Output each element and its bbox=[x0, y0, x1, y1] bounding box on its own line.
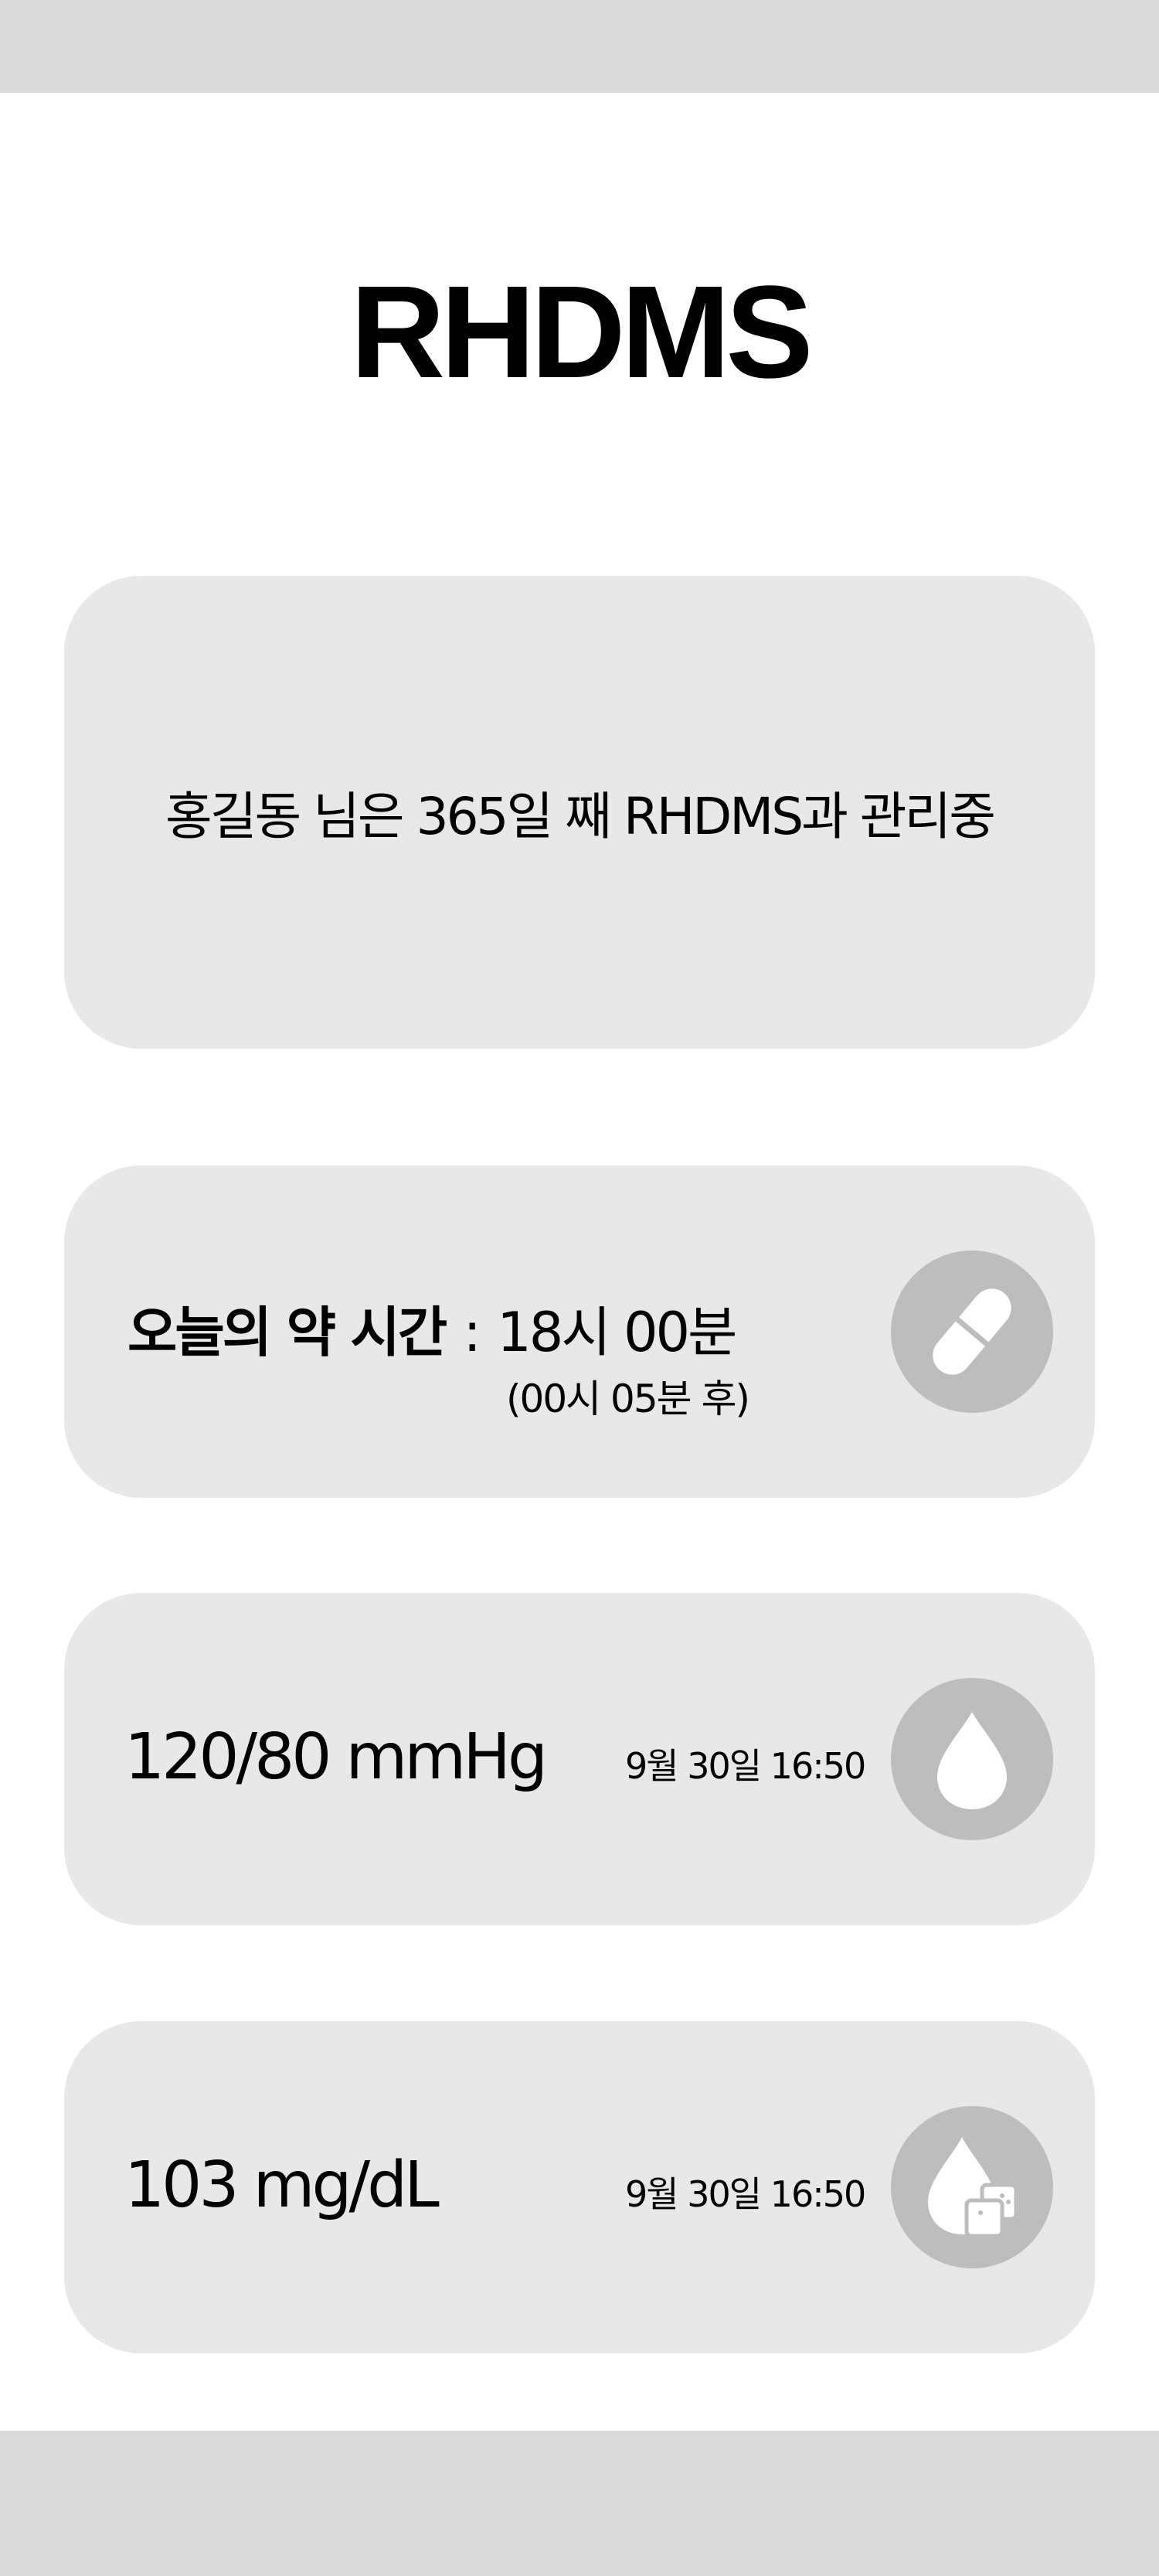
management-status-text: 홍길동 님은 365일 째 RHDMS과 관리중 bbox=[165, 787, 996, 846]
medication-time-value: 18시 00분 bbox=[497, 1301, 737, 1364]
pill-icon[interactable] bbox=[891, 1251, 1053, 1413]
blood-pressure-value: 120/80 mmHg bbox=[124, 1720, 548, 1794]
glucose-drop-icon[interactable] bbox=[891, 2106, 1053, 2268]
medication-countdown: (00시 05분 후) bbox=[506, 1376, 750, 1421]
bottom-navigation-bar bbox=[0, 2431, 1159, 2576]
blood-glucose-timestamp: 9월 30일 16:50 bbox=[625, 2173, 866, 2215]
blood-glucose-value: 103 mg/dL bbox=[124, 2149, 440, 2222]
blood-glucose-card[interactable]: 103 mg/dL 9월 30일 16:50 bbox=[64, 2021, 1095, 2353]
medication-time-card[interactable]: 오늘의 약 시간 : 18시 00분 (00시 05분 후) bbox=[64, 1165, 1095, 1498]
blood-pressure-card[interactable]: 120/80 mmHg 9월 30일 16:50 bbox=[64, 1593, 1095, 1925]
medication-time-label: 오늘의 약 시간 bbox=[127, 1301, 447, 1364]
management-status-card[interactable]: 홍길동 님은 365일 째 RHDMS과 관리중 bbox=[64, 576, 1095, 1049]
blood-drop-icon[interactable] bbox=[891, 1678, 1053, 1840]
top-status-bar bbox=[0, 0, 1159, 93]
app-title: RHDMS bbox=[350, 259, 813, 406]
blood-pressure-timestamp: 9월 30일 16:50 bbox=[625, 1745, 866, 1787]
medication-time-line: 오늘의 약 시간 : 18시 00분 bbox=[127, 1289, 737, 1367]
medication-time-separator: : bbox=[463, 1301, 481, 1364]
